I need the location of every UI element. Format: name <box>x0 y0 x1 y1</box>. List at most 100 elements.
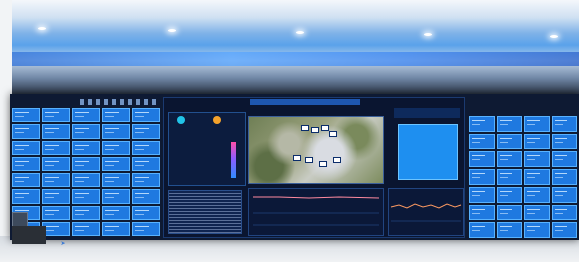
monitor-tile <box>102 156 130 171</box>
logo-icon: ➤ <box>60 240 66 247</box>
ceiling-spotlight <box>296 31 304 34</box>
monitor-tile <box>12 189 40 204</box>
map-marker <box>333 157 341 163</box>
map-marker <box>301 125 309 131</box>
monitor-tile <box>102 124 130 139</box>
map-marker <box>305 157 313 163</box>
monitor-tile <box>496 169 522 185</box>
monitor-tile <box>524 204 550 221</box>
line-chart <box>253 196 380 226</box>
monitor-tile <box>132 205 160 220</box>
left-screen-toolbar <box>80 99 160 105</box>
chart-line <box>390 203 462 209</box>
monitor-tile <box>469 151 495 168</box>
map-marker <box>321 125 329 131</box>
ceiling-spotlight <box>168 29 176 32</box>
monitor-tile <box>102 140 130 155</box>
monitor-tile <box>132 173 160 188</box>
left-monitor-grid <box>12 108 160 236</box>
monitor-tile <box>132 221 160 236</box>
monitor-tile <box>132 124 160 139</box>
monitor-tile <box>102 205 130 220</box>
monitor-tile <box>42 108 70 123</box>
monitor-tile <box>551 222 577 238</box>
map-marker <box>293 155 301 161</box>
striped-bar-chart <box>168 190 242 234</box>
orange-status-dot <box>213 116 221 124</box>
control-room-photo: ➤ <box>0 0 579 262</box>
monitor-tile <box>42 221 70 236</box>
ceiling <box>0 0 579 98</box>
ceiling-spotlight <box>550 35 558 38</box>
line-chart-panel <box>248 188 384 236</box>
monitor-tile <box>496 222 522 238</box>
monitor-tile <box>469 116 495 132</box>
monitor-tile <box>12 173 40 188</box>
monitor-tile <box>551 133 577 150</box>
gradient-level-meter <box>231 142 236 178</box>
monitor-tile <box>72 108 100 123</box>
monitor-tile <box>496 186 522 203</box>
dashboard-title-bar <box>250 99 360 105</box>
monitor-tile <box>72 205 100 220</box>
monitor-tile <box>132 189 160 204</box>
map-marker <box>319 161 327 167</box>
monitor-tile <box>102 173 130 188</box>
monitor-tile <box>551 169 577 185</box>
monitor-tile <box>496 204 522 221</box>
monitor-tile <box>496 151 522 168</box>
monitor-tile <box>524 222 550 238</box>
monitor-tile <box>42 124 70 139</box>
monitor-tile <box>524 169 550 185</box>
map-marker <box>329 131 337 137</box>
monitor-tile <box>524 151 550 168</box>
chart-line <box>253 196 380 199</box>
wave-chart <box>390 203 462 222</box>
ceiling-blue-light-strip <box>0 52 579 66</box>
wave-chart-panel <box>388 188 464 236</box>
ceiling-spotlight <box>424 33 432 36</box>
monitor-tile <box>551 151 577 168</box>
monitor-tile <box>132 156 160 171</box>
monitor-tile <box>524 116 550 132</box>
monitor-tile <box>72 124 100 139</box>
monitor-tile <box>524 186 550 203</box>
map-marker <box>311 127 319 133</box>
monitor-tile <box>102 221 130 236</box>
monitor-tile <box>42 156 70 171</box>
monitor-tile <box>132 140 160 155</box>
monitor-tile <box>72 156 100 171</box>
monitor-tile <box>132 108 160 123</box>
monitor-tile <box>102 189 130 204</box>
monitor-tile <box>72 140 100 155</box>
monitor-tile <box>551 204 577 221</box>
monitor-tile <box>524 133 550 150</box>
monitor-tile <box>72 189 100 204</box>
monitor-tile <box>551 116 577 132</box>
monitor-tile <box>469 169 495 185</box>
ceiling-spotlight <box>38 27 46 30</box>
right-monitor-grid <box>469 116 577 238</box>
monitor-tile <box>469 186 495 203</box>
cyan-status-panel <box>398 124 458 180</box>
monitor-tile <box>469 222 495 238</box>
monitor-tile <box>42 189 70 204</box>
monitor-tile <box>469 204 495 221</box>
monitor-tile <box>12 140 40 155</box>
monitor-tile <box>12 156 40 171</box>
monitor-tile <box>12 108 40 123</box>
operator-desk <box>12 226 46 244</box>
monitor-tile <box>42 205 70 220</box>
right-panel-header <box>394 108 460 118</box>
monitor-tile <box>469 133 495 150</box>
monitor-tile <box>42 173 70 188</box>
monitor-tile <box>496 116 522 132</box>
monitor-tile <box>12 124 40 139</box>
satellite-map <box>248 116 384 184</box>
monitor-tile <box>42 140 70 155</box>
monitor-tile <box>102 108 130 123</box>
monitor-tile <box>551 186 577 203</box>
monitor-tile <box>72 221 100 236</box>
cyan-status-dot <box>177 116 185 124</box>
monitor-tile <box>72 173 100 188</box>
